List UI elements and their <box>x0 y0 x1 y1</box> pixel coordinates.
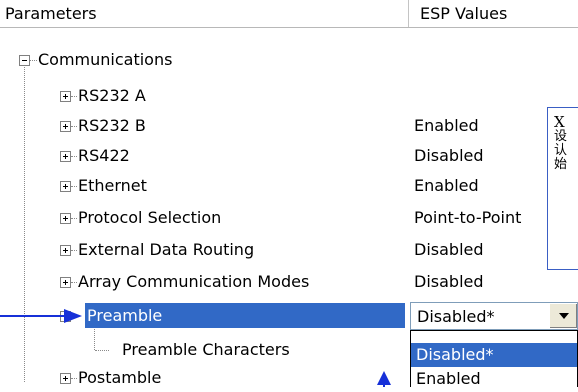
expand-icon[interactable] <box>60 213 71 224</box>
tooltip-line: 始 <box>554 157 568 172</box>
esp-values-column-header[interactable]: ESP Values <box>408 0 578 27</box>
tree-item-label: Preamble <box>87 306 163 325</box>
arrow-up-icon <box>377 371 391 385</box>
tree-item-protocol-selection[interactable]: Protocol Selection <box>0 204 408 232</box>
expand-icon[interactable] <box>60 151 71 162</box>
esp-value-ethernet: Enabled <box>414 176 479 195</box>
tree-item-preamble-characters[interactable]: Preamble Characters <box>0 336 408 364</box>
esp-value-combobox[interactable]: Disabled* <box>410 302 578 330</box>
dropdown-button[interactable] <box>549 304 577 328</box>
expand-icon[interactable] <box>60 245 71 256</box>
tooltip-popup: X 设 认 始 <box>547 107 578 270</box>
combobox-value: Disabled* <box>417 307 495 326</box>
tooltip-line: 认 <box>554 143 568 158</box>
tree-item-label: Array Communication Modes <box>78 272 310 291</box>
arrow-right-icon <box>64 309 82 323</box>
tree-item-label: RS422 <box>78 146 130 165</box>
tree-item-label: Communications <box>38 50 173 69</box>
dropdown-list: Disabled* Enabled <box>410 330 578 388</box>
chevron-down-icon <box>559 313 569 319</box>
tree-item-communications[interactable]: Communications <box>0 46 408 74</box>
tree-item-external-data-routing[interactable]: External Data Routing <box>0 236 408 264</box>
esp-value-rs232-b: Enabled <box>414 116 479 135</box>
column-header: Parameters ESP Values <box>0 0 578 28</box>
tree-item-rs422[interactable]: RS422 <box>0 142 408 170</box>
dropdown-option-disabled[interactable]: Disabled* <box>411 343 577 367</box>
tooltip-line: 设 <box>554 129 568 144</box>
tree-item-array-communication-modes[interactable]: Array Communication Modes <box>0 268 408 296</box>
expand-icon[interactable] <box>60 121 71 132</box>
expand-icon[interactable] <box>60 91 71 102</box>
tree-item-label: RS232 B <box>78 116 146 135</box>
expand-icon[interactable] <box>60 277 71 288</box>
expand-icon[interactable] <box>60 181 71 192</box>
tree-item-label: Ethernet <box>78 176 147 195</box>
esp-value-array-communication-modes: Disabled <box>414 272 484 291</box>
dropdown-option-enabled[interactable]: Enabled <box>411 367 577 391</box>
expand-icon[interactable] <box>60 373 71 384</box>
esp-value-external-data-routing: Disabled <box>414 240 484 259</box>
collapse-icon[interactable] <box>19 55 30 66</box>
tree-item-label: Postamble <box>78 368 162 387</box>
tooltip-line: X <box>554 113 565 131</box>
tree-item-label: Preamble Characters <box>122 340 290 359</box>
tree-item-label: RS232 A <box>78 86 146 105</box>
annotation-arrow-line <box>0 315 74 317</box>
tree-item-label: Protocol Selection <box>78 208 222 227</box>
tree-item-label: External Data Routing <box>78 240 255 259</box>
tree-item-rs232-a[interactable]: RS232 A <box>0 82 408 110</box>
esp-value-protocol-selection: Point-to-Point <box>414 208 522 227</box>
parameters-column-header[interactable]: Parameters <box>0 0 408 27</box>
tree-item-ethernet[interactable]: Ethernet <box>0 172 408 200</box>
tree-item-postamble[interactable]: Postamble <box>0 364 408 392</box>
esp-value-rs422: Disabled <box>414 146 484 165</box>
tree-item-rs232-b[interactable]: RS232 B <box>0 112 408 140</box>
